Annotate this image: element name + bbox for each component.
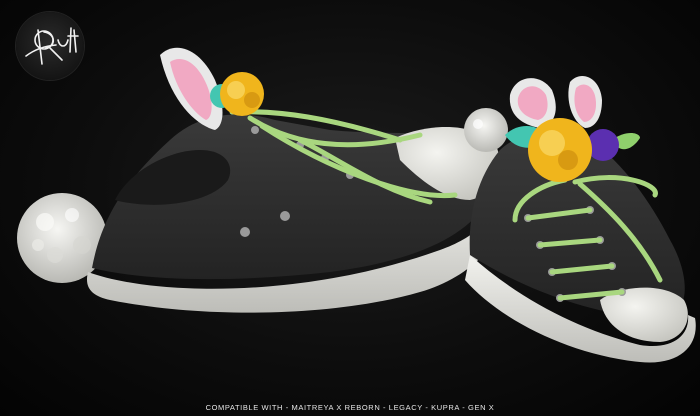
right-pompom-tail — [464, 108, 508, 152]
brand-logo — [16, 12, 84, 80]
product-image: COMPATIBLE WITH - MAITREYA X REBORN - LE… — [0, 0, 700, 416]
sneakers-illustration — [17, 47, 696, 363]
signature-logo-icon — [25, 27, 79, 65]
right-toe-cap — [600, 287, 688, 342]
left-pompom-tail — [17, 193, 107, 283]
left-shoe — [17, 47, 506, 313]
compatibility-caption: COMPATIBLE WITH - MAITREYA X REBORN - LE… — [205, 403, 495, 412]
right-shoe — [464, 76, 696, 363]
